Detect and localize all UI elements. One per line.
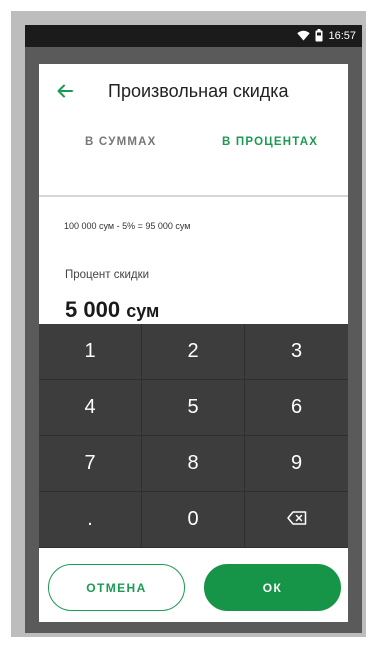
- tabs-divider: [39, 195, 348, 197]
- battery-icon: [315, 29, 323, 42]
- discount-formula: 100 000 сум - 5% = 95 000 сум: [64, 221, 191, 231]
- ok-button[interactable]: ОК: [204, 564, 341, 611]
- arrow-left-icon[interactable]: [54, 80, 76, 102]
- device-screen: 16:57 Произвольная скидка В СУММАХ В ПРО…: [25, 25, 362, 633]
- key-8[interactable]: 8: [142, 436, 244, 491]
- backspace-icon: [286, 508, 307, 531]
- wifi-icon: [297, 30, 311, 41]
- key-backspace[interactable]: [245, 492, 348, 547]
- dialog-title: Произвольная скидка: [108, 81, 289, 101]
- status-time: 16:57: [328, 29, 356, 42]
- key-6[interactable]: 6: [245, 380, 348, 435]
- key-4[interactable]: 4: [39, 380, 141, 435]
- dialog-header: Произвольная скидка: [39, 64, 348, 119]
- key-decimal[interactable]: .: [39, 492, 141, 547]
- key-3[interactable]: 3: [245, 324, 348, 379]
- key-2[interactable]: 2: [142, 324, 244, 379]
- custom-discount-dialog: Произвольная скидка В СУММАХ В ПРОЦЕНТАХ…: [39, 64, 348, 622]
- numeric-keypad: 1 2 3 4 5 6 7 8 9 . 0: [39, 324, 348, 548]
- key-1[interactable]: 1: [39, 324, 141, 379]
- tab-percent[interactable]: В ПРОЦЕНТАХ: [222, 136, 318, 148]
- key-9[interactable]: 9: [245, 436, 348, 491]
- key-7[interactable]: 7: [39, 436, 141, 491]
- status-indicators: 16:57: [297, 29, 356, 42]
- key-0[interactable]: 0: [142, 492, 244, 547]
- discount-amount-field[interactable]: 5 000 сум: [65, 297, 159, 323]
- key-5[interactable]: 5: [142, 380, 244, 435]
- discount-amount-currency: сум: [126, 301, 160, 321]
- discount-field-label: Процент скидки: [65, 269, 150, 281]
- status-bar: 16:57: [25, 25, 362, 47]
- discount-amount-value: 5 000: [65, 297, 121, 322]
- tab-sums[interactable]: В СУММАХ: [85, 136, 157, 148]
- cancel-button[interactable]: ОТМЕНА: [48, 564, 185, 611]
- dialog-actions: ОТМЕНА ОК: [39, 548, 348, 622]
- discount-mode-tabs: В СУММАХ В ПРОЦЕНТАХ: [39, 130, 348, 160]
